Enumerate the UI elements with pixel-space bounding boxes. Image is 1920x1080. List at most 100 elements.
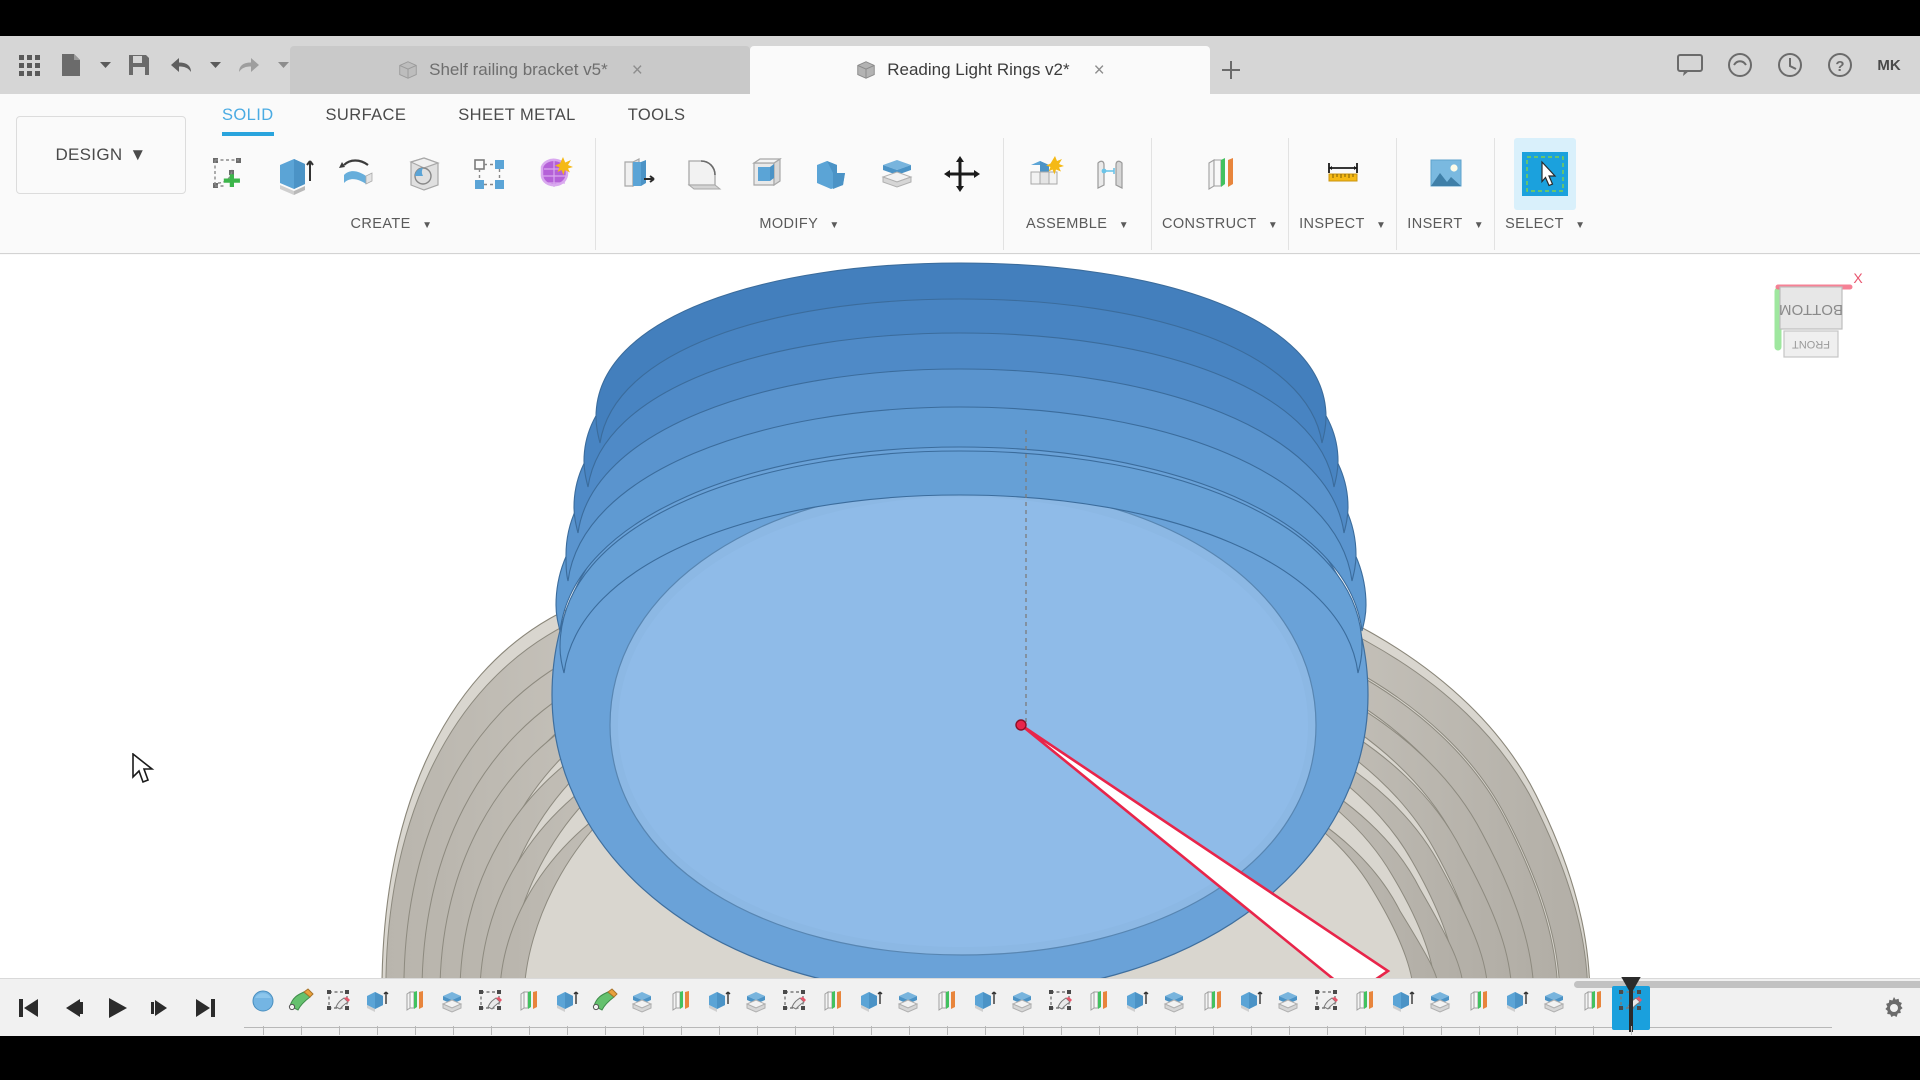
feature-offset[interactable]	[1536, 986, 1574, 1035]
modeling-canvas[interactable]: BOTTOM FRONT X	[0, 255, 1920, 1000]
feature-sketch-active[interactable]	[1612, 976, 1650, 1035]
press-pull-icon[interactable]	[606, 138, 668, 210]
ribbon-tab-solid[interactable]: SOLID	[196, 100, 300, 136]
ribbon-group-label-assemble[interactable]: ASSEMBLE ▼	[1026, 216, 1129, 232]
feature-sketch-box[interactable]	[472, 986, 510, 1035]
insert-image-icon[interactable]	[1415, 138, 1477, 210]
move-copy-icon[interactable]	[931, 138, 993, 210]
feature-plane[interactable]	[814, 986, 852, 1035]
extrude-icon[interactable]	[263, 138, 325, 210]
form-icon[interactable]	[523, 138, 585, 210]
joint-icon[interactable]	[1079, 138, 1141, 210]
revolve-icon[interactable]	[328, 138, 390, 210]
feature-plane[interactable]	[1460, 986, 1498, 1035]
feature-plane[interactable]	[1194, 986, 1232, 1035]
shell-icon[interactable]	[736, 138, 798, 210]
timeline-playback-controls	[0, 985, 224, 1031]
feature-offset[interactable]	[1156, 986, 1194, 1035]
undo-icon[interactable]	[160, 39, 202, 91]
feature-sketch-box[interactable]	[776, 986, 814, 1035]
model-3d-view[interactable]	[0, 255, 1920, 1000]
chevron-down-icon: ▼	[1473, 220, 1485, 231]
feature-offset[interactable]	[890, 986, 928, 1035]
feature-plane[interactable]	[1574, 986, 1612, 1035]
ribbon-tab-surface[interactable]: SURFACE	[300, 100, 433, 136]
ribbon-group-label-insert[interactable]: INSERT ▼	[1407, 216, 1484, 232]
document-tab-close-icon[interactable]: ×	[1094, 61, 1105, 80]
feature-extrude[interactable]	[1232, 986, 1270, 1035]
timeline-go-start-button[interactable]	[10, 985, 48, 1031]
measure-icon[interactable]	[1312, 138, 1374, 210]
feature-extrude[interactable]	[1118, 986, 1156, 1035]
feature-plane[interactable]	[928, 986, 966, 1035]
split-body-icon[interactable]	[866, 138, 928, 210]
feature-sketch[interactable]	[282, 986, 320, 1035]
feature-plane[interactable]	[1346, 986, 1384, 1035]
feature-extrude[interactable]	[966, 986, 1004, 1035]
feature-offset[interactable]	[1422, 986, 1460, 1035]
feature-sketch-box[interactable]	[320, 986, 358, 1035]
ribbon-tab-tools[interactable]: TOOLS	[602, 100, 712, 136]
feature-sketch-box[interactable]	[1042, 986, 1080, 1035]
recent-activity-icon[interactable]	[1766, 36, 1814, 94]
undo-dropdown-caret-icon[interactable]	[202, 39, 228, 91]
new-document-icon[interactable]	[50, 39, 92, 91]
save-icon[interactable]	[118, 39, 160, 91]
job-status-icon[interactable]	[1716, 36, 1764, 94]
timeline-play-button[interactable]	[98, 985, 136, 1031]
select-tool-icon[interactable]	[1514, 138, 1577, 210]
ribbon-group-label-construct[interactable]: CONSTRUCT ▼	[1162, 216, 1278, 232]
workspace-switcher-design[interactable]: DESIGN ▼	[16, 116, 186, 194]
timeline-marker[interactable]	[1621, 976, 1641, 1032]
timeline-step-forward-button[interactable]	[142, 985, 180, 1031]
feature-offset[interactable]	[1004, 986, 1042, 1035]
help-question-icon[interactable]: ?	[1816, 36, 1864, 94]
sketch-point-origin	[1015, 719, 1027, 731]
feature-offset[interactable]	[738, 986, 776, 1035]
feature-extrude[interactable]	[852, 986, 890, 1035]
feature-extrude[interactable]	[358, 986, 396, 1035]
feature-extrude[interactable]	[548, 986, 586, 1035]
sweep-icon[interactable]	[393, 138, 455, 210]
feature-sketch-box[interactable]	[1308, 986, 1346, 1035]
new-tab-button[interactable]	[1210, 46, 1252, 94]
ribbon-tab-sheet-metal[interactable]: SHEET METAL	[432, 100, 601, 136]
new-document-dropdown-caret-icon[interactable]	[92, 39, 118, 91]
feature-offset[interactable]	[1270, 986, 1308, 1035]
comments-icon[interactable]	[1666, 36, 1714, 94]
viewcube-face-secondary-label: FRONT	[1792, 338, 1830, 350]
feature-sphere[interactable]	[244, 986, 282, 1035]
feature-plane[interactable]	[510, 986, 548, 1035]
ribbon-group-label-select[interactable]: SELECT ▼	[1505, 216, 1585, 232]
feature-extrude[interactable]	[1384, 986, 1422, 1035]
feature-offset[interactable]	[624, 986, 662, 1035]
feature-plane[interactable]	[396, 986, 434, 1035]
feature-extrude[interactable]	[700, 986, 738, 1035]
redo-icon[interactable]	[228, 39, 270, 91]
document-tab-shelf-railing-bracket[interactable]: Shelf railing bracket v5* ×	[290, 46, 750, 94]
svg-text:?: ?	[1835, 58, 1844, 75]
feature-offset[interactable]	[434, 986, 472, 1035]
view-cube[interactable]: BOTTOM FRONT X	[1752, 265, 1872, 365]
avatar[interactable]: MK	[1872, 48, 1906, 82]
feature-plane[interactable]	[662, 986, 700, 1035]
feature-extrude[interactable]	[1498, 986, 1536, 1035]
ribbon-group-label-modify[interactable]: MODIFY ▼	[759, 216, 839, 232]
create-sketch-icon[interactable]	[198, 138, 260, 210]
document-tab-reading-light-rings[interactable]: Reading Light Rings v2* ×	[750, 46, 1210, 94]
new-component-icon[interactable]	[1014, 138, 1076, 210]
feature-sketch[interactable]	[586, 986, 624, 1035]
timeline-step-back-button[interactable]	[54, 985, 92, 1031]
timeline-go-end-button[interactable]	[186, 985, 224, 1031]
pattern-icon[interactable]	[458, 138, 520, 210]
combine-icon[interactable]	[801, 138, 863, 210]
offset-plane-icon[interactable]	[1189, 138, 1251, 210]
gear-icon[interactable]	[1868, 982, 1920, 1034]
ribbon-group-label-inspect[interactable]: INSPECT ▼	[1299, 216, 1386, 232]
document-tab-close-icon[interactable]: ×	[632, 61, 643, 80]
timeline-track[interactable]	[234, 976, 1920, 1037]
fillet-icon[interactable]	[671, 138, 733, 210]
feature-plane[interactable]	[1080, 986, 1118, 1035]
ribbon-group-label-create[interactable]: CREATE ▼	[351, 216, 433, 232]
app-grid-icon[interactable]	[8, 39, 50, 91]
